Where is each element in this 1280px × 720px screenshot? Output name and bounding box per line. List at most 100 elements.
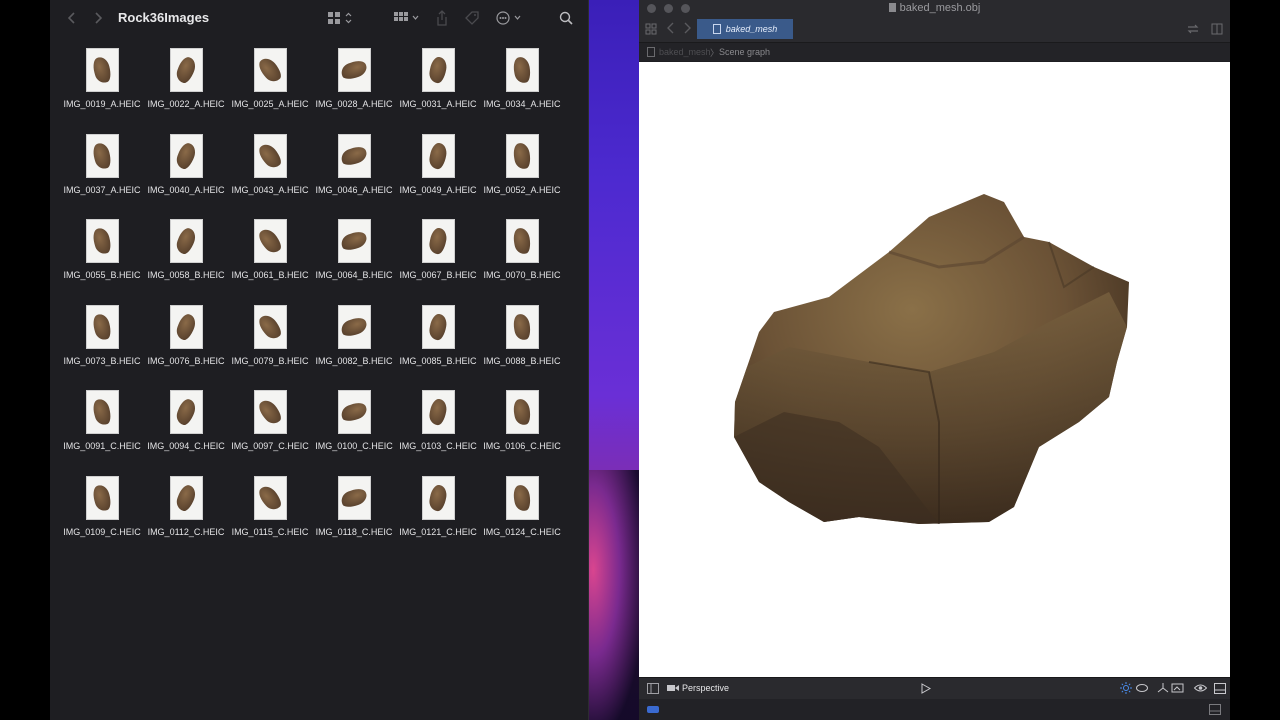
file-item[interactable]: IMG_0076_B.HEIC (144, 304, 228, 391)
file-thumbnail[interactable] (337, 475, 371, 520)
file-item[interactable]: IMG_0079_B.HEIC (228, 304, 312, 391)
more-icon[interactable] (496, 9, 524, 27)
rock-model[interactable] (639, 62, 1230, 677)
file-thumbnail[interactable] (169, 475, 203, 520)
file-thumbnail[interactable] (253, 475, 287, 520)
file-thumbnail[interactable] (169, 390, 203, 435)
file-item[interactable]: IMG_0100_C.HEIC (312, 390, 396, 476)
file-thumbnail[interactable] (505, 475, 539, 520)
file-thumbnail[interactable] (85, 390, 119, 435)
file-thumbnail[interactable] (505, 48, 539, 92)
file-item[interactable]: IMG_0091_C.HEIC (60, 390, 144, 476)
file-thumbnail[interactable] (421, 219, 455, 264)
file-thumbnail[interactable] (337, 304, 371, 349)
file-item[interactable]: IMG_0118_C.HEIC (312, 475, 396, 562)
file-item[interactable]: IMG_0061_B.HEIC (228, 219, 312, 305)
file-item[interactable]: IMG_0115_C.HEIC (228, 475, 312, 562)
file-item[interactable]: IMG_0055_B.HEIC (60, 219, 144, 305)
camera-mode-label[interactable]: Perspective (682, 683, 729, 693)
file-thumbnail[interactable] (337, 48, 371, 92)
file-thumbnail[interactable] (169, 219, 203, 264)
inspector-toggle-icon[interactable] (1214, 683, 1226, 697)
file-thumbnail[interactable] (85, 304, 119, 349)
lighting-icon[interactable] (1120, 682, 1132, 697)
frame-icon[interactable] (1171, 682, 1185, 697)
share-icon[interactable] (434, 9, 450, 27)
file-item[interactable]: IMG_0109_C.HEIC (60, 475, 144, 562)
camera-icon[interactable] (667, 683, 679, 696)
tag-icon[interactable] (464, 9, 480, 27)
sidebar-toggle-icon[interactable] (647, 683, 659, 697)
file-thumbnail[interactable] (85, 133, 119, 178)
file-thumbnail[interactable] (421, 475, 455, 520)
file-item[interactable]: IMG_0049_A.HEIC (396, 133, 480, 220)
file-thumbnail[interactable] (421, 48, 455, 92)
file-item[interactable]: IMG_0073_B.HEIC (60, 304, 144, 391)
breadcrumb-file[interactable]: baked_mesh (659, 47, 711, 57)
file-thumbnail[interactable] (421, 133, 455, 178)
file-item[interactable]: IMG_0097_C.HEIC (228, 390, 312, 476)
axes-icon[interactable] (1157, 682, 1169, 697)
chevron-right-icon[interactable] (683, 22, 691, 37)
file-thumbnail[interactable] (253, 304, 287, 349)
file-thumbnail[interactable] (337, 390, 371, 435)
file-thumbnail[interactable] (253, 219, 287, 264)
file-item[interactable]: IMG_0103_C.HEIC (396, 390, 480, 476)
file-item[interactable]: IMG_0124_C.HEIC (480, 475, 564, 562)
file-thumbnail[interactable] (337, 133, 371, 178)
file-thumbnail[interactable] (169, 133, 203, 178)
file-item[interactable]: IMG_0064_B.HEIC (312, 219, 396, 305)
file-thumbnail[interactable] (169, 48, 203, 92)
file-item[interactable]: IMG_0070_B.HEIC (480, 219, 564, 305)
file-thumbnail[interactable] (421, 390, 455, 435)
sidebar-grid-icon[interactable] (645, 23, 657, 38)
file-item[interactable]: IMG_0019_A.HEIC (60, 48, 144, 134)
file-item[interactable]: IMG_0052_A.HEIC (480, 133, 564, 220)
file-item[interactable]: IMG_0046_A.HEIC (312, 133, 396, 220)
file-item[interactable]: IMG_0058_B.HEIC (144, 219, 228, 305)
file-item[interactable]: IMG_0031_A.HEIC (396, 48, 480, 134)
file-item[interactable]: IMG_0112_C.HEIC (144, 475, 228, 562)
file-thumbnail[interactable] (169, 304, 203, 349)
file-thumbnail[interactable] (253, 48, 287, 92)
file-item[interactable]: IMG_0022_A.HEIC (144, 48, 228, 134)
file-item[interactable]: IMG_0088_B.HEIC (480, 304, 564, 391)
group-icon[interactable] (392, 9, 422, 27)
file-item[interactable]: IMG_0067_B.HEIC (396, 219, 480, 305)
file-thumbnail[interactable] (337, 219, 371, 264)
swap-icon[interactable] (1187, 23, 1199, 38)
file-item[interactable]: IMG_0121_C.HEIC (396, 475, 480, 562)
file-item[interactable]: IMG_0037_A.HEIC (60, 133, 144, 220)
grid-view-icon[interactable] (326, 9, 354, 27)
play-icon[interactable] (921, 683, 932, 697)
scene-viewport[interactable] (639, 62, 1230, 677)
file-thumbnail[interactable] (505, 390, 539, 435)
tab-baked-mesh[interactable]: baked_mesh (697, 19, 793, 39)
file-item[interactable]: IMG_0028_A.HEIC (312, 48, 396, 134)
file-thumbnail[interactable] (85, 48, 119, 92)
breadcrumb-section[interactable]: Scene graph (719, 47, 770, 57)
file-thumbnail[interactable] (421, 304, 455, 349)
file-item[interactable]: IMG_0043_A.HEIC (228, 133, 312, 220)
chevron-left-icon[interactable] (66, 9, 78, 27)
search-icon[interactable] (558, 9, 574, 27)
file-item[interactable]: IMG_0082_B.HEIC (312, 304, 396, 391)
orbit-icon[interactable] (1136, 683, 1148, 696)
file-thumbnail[interactable] (253, 133, 287, 178)
chevron-left-icon[interactable] (667, 22, 675, 37)
file-item[interactable]: IMG_0106_C.HEIC (480, 390, 564, 476)
file-thumbnail[interactable] (253, 390, 287, 435)
file-item[interactable]: IMG_0025_A.HEIC (228, 48, 312, 134)
file-thumbnail[interactable] (505, 304, 539, 349)
file-item[interactable]: IMG_0034_A.HEIC (480, 48, 564, 134)
file-item[interactable]: IMG_0040_A.HEIC (144, 133, 228, 220)
file-item[interactable]: IMG_0085_B.HEIC (396, 304, 480, 391)
eye-icon[interactable] (1193, 683, 1208, 696)
file-thumbnail[interactable] (505, 133, 539, 178)
file-item[interactable]: IMG_0094_C.HEIC (144, 390, 228, 476)
file-thumbnail[interactable] (85, 219, 119, 264)
split-view-icon[interactable] (1211, 23, 1223, 38)
file-thumbnail[interactable] (85, 475, 119, 520)
file-thumbnail[interactable] (505, 219, 539, 264)
chevron-right-icon[interactable] (92, 9, 104, 27)
